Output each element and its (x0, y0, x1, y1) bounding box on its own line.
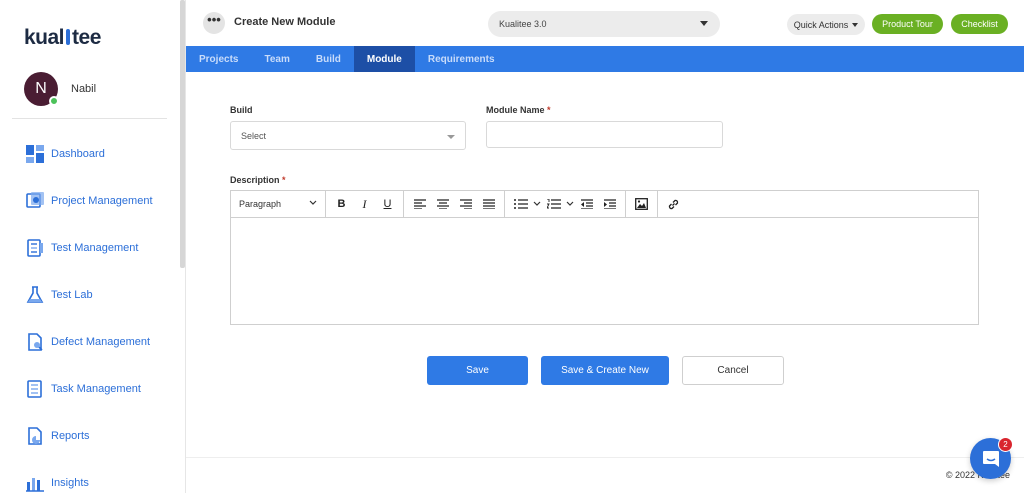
alignment-group (404, 191, 505, 217)
sidebar-item-project-management[interactable]: Project Management (0, 177, 180, 224)
online-status-dot (49, 96, 59, 106)
sidebar-nav: Dashboard Project Management Test Manage… (0, 130, 180, 493)
bulleted-list-icon[interactable] (509, 194, 532, 214)
save-and-create-new-button[interactable]: Save & Create New (541, 356, 669, 385)
caret-down-icon (700, 21, 708, 26)
project-management-icon (25, 191, 44, 210)
sidebar-item-label: Test Management (51, 241, 139, 254)
tab-module[interactable]: Module (353, 46, 415, 72)
sidebar-item-defect-management[interactable]: Defect Management (0, 318, 180, 365)
reports-icon (25, 426, 44, 445)
sidebar-scrollbar[interactable] (180, 0, 185, 268)
paragraph-format-value: Paragraph (239, 199, 282, 209)
sidebar-item-dashboard[interactable]: Dashboard (0, 130, 180, 177)
project-selector[interactable]: Kualitee 3.0 (488, 11, 720, 37)
create-module-form: Build Select Module Name * Description *… (186, 72, 1024, 457)
module-name-label: Module Name * (486, 105, 551, 115)
link-icon[interactable] (662, 194, 685, 214)
align-justify-icon[interactable] (477, 194, 500, 214)
caret-down-icon (852, 22, 859, 27)
align-center-icon[interactable] (431, 194, 454, 214)
dashboard-icon (25, 144, 44, 163)
chat-icon (982, 450, 999, 467)
kualitee-logo[interactable]: kual tee (24, 26, 101, 50)
flask-icon (25, 285, 44, 304)
user-name: Nabil (71, 83, 97, 95)
sidebar-item-task-management[interactable]: Task Management (0, 365, 180, 412)
page-title: Create New Module (234, 16, 336, 28)
insights-icon (25, 473, 44, 492)
sidebar-item-test-lab[interactable]: Test Lab (0, 271, 180, 318)
underline-button[interactable]: U (376, 194, 399, 214)
align-right-icon[interactable] (454, 194, 477, 214)
top-header: ••• Create New Module Kualitee 3.0 Quick… (186, 0, 1024, 46)
caret-down-icon (447, 135, 455, 139)
chevron-down-icon (309, 200, 317, 205)
sidebar-item-test-management[interactable]: Test Management (0, 224, 180, 271)
module-name-input[interactable] (486, 121, 723, 148)
indent-icon[interactable] (598, 194, 621, 214)
required-mark: * (282, 175, 286, 185)
sidebar-item-label: Defect Management (51, 335, 151, 348)
checklist-button[interactable]: Checklist (951, 14, 1008, 34)
sidebar-item-label: Reports (51, 429, 90, 442)
settings-tabbar: Projects Team Build Module Requirements (186, 46, 1024, 72)
description-editor: Paragraph B I U (230, 190, 979, 325)
outdent-icon[interactable] (575, 194, 598, 214)
sidebar-item-label: Task Management (51, 382, 141, 395)
sidebar-item-label: Dashboard (51, 147, 105, 160)
italic-button[interactable]: I (353, 194, 376, 214)
quick-actions-dropdown[interactable]: Quick Actions (787, 14, 865, 35)
text-style-group: B I U (326, 191, 404, 217)
product-tour-button[interactable]: Product Tour (872, 14, 943, 34)
sidebar-item-reports[interactable]: Reports (0, 412, 180, 459)
tab-requirements[interactable]: Requirements (415, 46, 508, 72)
save-button[interactable]: Save (427, 356, 528, 385)
tab-projects[interactable]: Projects (186, 46, 251, 72)
avatar[interactable]: N (24, 72, 59, 106)
list-group (505, 191, 626, 217)
cancel-button[interactable]: Cancel (682, 356, 784, 385)
project-selector-value: Kualitee 3.0 (499, 19, 547, 29)
link-group (658, 191, 689, 217)
chevron-down-icon[interactable] (532, 194, 542, 214)
app-root: kual tee N Nabil Dashboard Project Manage… (0, 0, 1024, 493)
page-footer: © 2022 Kualitee (186, 457, 1024, 493)
image-icon[interactable] (630, 194, 653, 214)
sidebar-item-label: Project Management (51, 194, 153, 207)
sidebar: kual tee N Nabil Dashboard Project Manage… (0, 0, 186, 493)
test-management-icon (25, 238, 44, 257)
sidebar-item-insights[interactable]: Insights (0, 459, 180, 493)
insert-image-group (626, 191, 658, 217)
build-select-value: Select (241, 130, 267, 141)
task-icon (25, 379, 44, 398)
description-label: Description * (230, 175, 286, 185)
sidebar-item-label: Test Lab (51, 288, 93, 301)
user-profile[interactable]: N Nabil (24, 72, 96, 106)
chat-notification-badge: 2 (998, 437, 1013, 452)
description-editor-body[interactable] (231, 218, 978, 324)
tab-build[interactable]: Build (303, 46, 354, 72)
bold-button[interactable]: B (330, 194, 353, 214)
avatar-initial: N (35, 80, 47, 97)
build-select[interactable]: Select (230, 121, 466, 150)
sidebar-item-label: Insights (51, 476, 89, 489)
sidebar-divider (12, 118, 167, 119)
tab-team[interactable]: Team (251, 46, 302, 72)
numbered-list-icon[interactable] (542, 194, 565, 214)
paragraph-format-dropdown[interactable]: Paragraph (231, 191, 326, 217)
defect-icon (25, 332, 44, 351)
more-menu-button[interactable]: ••• (203, 12, 225, 34)
chevron-down-icon[interactable] (565, 194, 575, 214)
align-left-icon[interactable] (408, 194, 431, 214)
quick-actions-label: Quick Actions (793, 19, 849, 30)
editor-toolbar: Paragraph B I U (231, 191, 978, 218)
build-label: Build (230, 105, 253, 115)
required-mark: * (547, 105, 551, 115)
